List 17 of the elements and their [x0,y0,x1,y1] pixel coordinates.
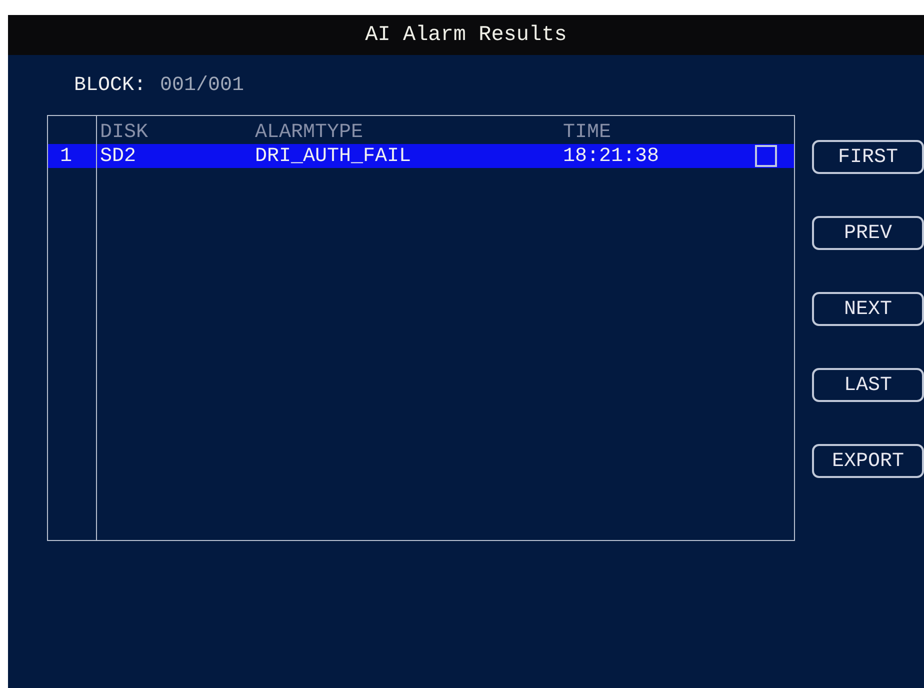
nav-button[interactable]: LAST [812,368,924,402]
column-header: ALARMTYPE [255,120,364,144]
nav-button[interactable]: EXPORT [812,444,924,478]
nav-button[interactable]: NEXT [812,292,924,326]
nav-button[interactable]: PREV [812,216,924,250]
checkbox[interactable] [755,145,777,167]
column-header: TIME [563,120,612,144]
column-header: DISK [100,120,150,144]
row-number: 1 [58,144,73,168]
table-cell-text: DRI_AUTH_FAIL [255,144,412,168]
nav-button[interactable]: FIRST [812,140,924,174]
window-title: AI Alarm Results [365,24,567,46]
table-row[interactable]: 1 SD2 DRI_AUTH_FAIL 18:21:38 [48,144,794,168]
block-value: 001/001 [160,74,244,96]
table-cell-text: 18:21:38 [563,144,660,168]
table-cell-text: SD2 [100,144,138,168]
block-label: BLOCK: [74,74,146,96]
